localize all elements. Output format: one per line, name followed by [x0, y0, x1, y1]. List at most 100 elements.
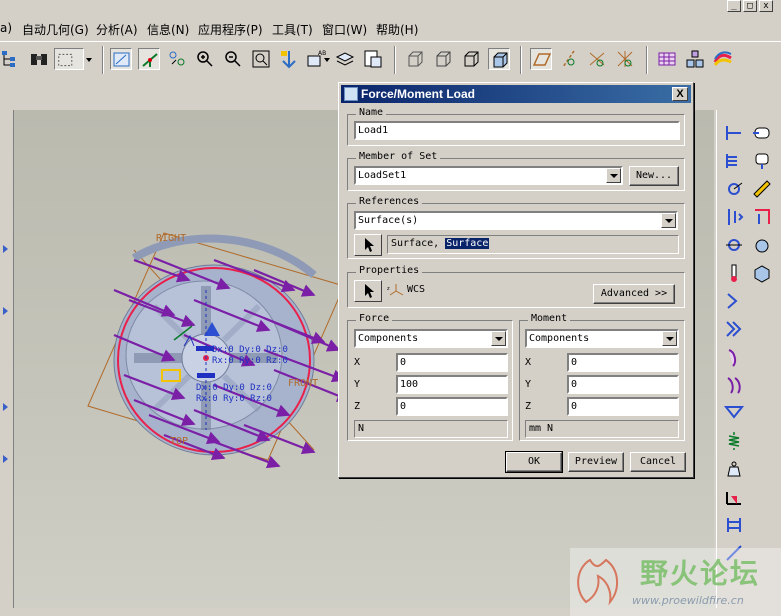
mass-icon[interactable]	[723, 458, 745, 480]
chevron-down-icon[interactable]	[661, 213, 676, 228]
csys-select-button[interactable]	[354, 280, 382, 302]
moment-mode-value: Components	[529, 333, 590, 344]
constraint-text: Rx:0 Ry:0 Rz:0	[212, 356, 288, 366]
maximize-button[interactable]: □	[743, 0, 757, 12]
menu-analysis[interactable]: 分析(A)	[96, 21, 138, 38]
gravity-load-icon[interactable]	[751, 150, 773, 172]
moment-x-label: X	[525, 357, 532, 368]
bearing-load-icon[interactable]	[751, 122, 773, 144]
menu-help[interactable]: 帮助(H)	[376, 21, 418, 38]
menu-tools[interactable]: 工具(T)	[272, 21, 313, 38]
beam-icon[interactable]	[723, 402, 745, 424]
datum-point-display-icon[interactable]	[166, 48, 188, 70]
close-window-button[interactable]: x	[759, 0, 773, 12]
advanced-button[interactable]: Advanced >>	[593, 284, 675, 304]
wireframe-icon[interactable]	[404, 48, 426, 70]
rigid-link-icon[interactable]	[723, 514, 745, 536]
force-mode-combo[interactable]: Components	[354, 329, 508, 348]
reference-type-combo[interactable]: Surface(s)	[354, 211, 678, 230]
force-z-label: Z	[354, 401, 361, 412]
name-input[interactable]: Load1	[354, 121, 680, 140]
dialog-close-button[interactable]: X	[672, 87, 688, 101]
ruler-icon[interactable]	[751, 178, 773, 200]
expand-arrow-icon[interactable]	[3, 307, 8, 315]
menu-auto-geometry[interactable]: 自动几何(G)	[22, 21, 89, 38]
ok-button[interactable]: OK	[505, 451, 563, 473]
preview-button[interactable]: Preview	[568, 452, 624, 472]
reference-select-button[interactable]	[354, 234, 382, 256]
minimize-button[interactable]: _	[727, 0, 741, 12]
datum-points-on-icon[interactable]	[586, 48, 608, 70]
cursor-arrow-icon	[365, 284, 374, 298]
moment-mode-combo[interactable]: Components	[525, 329, 679, 348]
cube-icon[interactable]	[751, 262, 773, 284]
results-icon[interactable]	[712, 48, 734, 70]
layers-icon[interactable]	[334, 48, 356, 70]
moment-units[interactable]: mm N	[525, 420, 679, 438]
datum-plane-display-icon[interactable]	[110, 48, 132, 70]
watermark-url: www.proewildfire.cn	[632, 594, 744, 607]
shading-icon[interactable]	[488, 48, 510, 70]
model-tree-icon[interactable]	[0, 48, 22, 70]
moment-z-input[interactable]: 0	[567, 397, 679, 416]
mesh-icon[interactable]	[656, 48, 678, 70]
temperature-icon[interactable]	[723, 262, 745, 284]
datum-axis-display-icon[interactable]	[138, 48, 160, 70]
selection-filter-icon[interactable]	[54, 48, 84, 70]
moment-y-input[interactable]: 0	[567, 375, 679, 394]
reorient-icon[interactable]	[278, 48, 300, 70]
shell-pair-icon[interactable]	[723, 374, 745, 396]
refit-icon[interactable]	[250, 48, 272, 70]
expand-arrow-icon[interactable]	[3, 403, 8, 411]
filter-dropdown-icon[interactable]	[84, 48, 94, 70]
dialog-titlebar[interactable]: Force/Moment Load X	[341, 85, 691, 103]
reference-selected[interactable]: Surface	[445, 238, 490, 249]
pressure-load-icon[interactable]	[723, 150, 745, 172]
zoom-out-icon[interactable]	[222, 48, 244, 70]
centrifugal-load-icon[interactable]	[723, 178, 745, 200]
expand-arrow-icon[interactable]	[3, 455, 8, 463]
chevron-down-icon[interactable]	[491, 331, 506, 346]
datum-planes-on-icon[interactable]	[530, 48, 552, 70]
shell-icon[interactable]	[723, 346, 745, 368]
menu-info[interactable]: 信息(N)	[147, 21, 189, 38]
binoculars-icon[interactable]	[28, 48, 50, 70]
hidden-line-icon[interactable]	[432, 48, 454, 70]
zoom-in-icon[interactable]	[194, 48, 216, 70]
datum-label-top: TOP	[170, 436, 188, 447]
menu-window[interactable]: 窗口(W)	[322, 21, 367, 38]
load-set-combo[interactable]: LoadSet1	[354, 166, 623, 185]
spring-icon[interactable]	[723, 430, 745, 452]
pin-constraint-icon[interactable]	[723, 234, 745, 256]
reference-collector[interactable]: Surface, Surface	[387, 235, 679, 254]
force-units[interactable]: N	[354, 420, 508, 438]
menu-partial-icon[interactable]: a)	[0, 21, 12, 35]
datum-axes-on-icon[interactable]	[558, 48, 580, 70]
force-y-input[interactable]: 100	[396, 375, 508, 394]
weld-icon[interactable]	[723, 486, 745, 508]
force-load-icon[interactable]	[723, 122, 745, 144]
ball-constraint-icon[interactable]	[751, 234, 773, 256]
chevron-down-icon[interactable]	[606, 168, 621, 183]
left-sash[interactable]	[0, 110, 14, 608]
moment-z-label: Z	[525, 401, 532, 412]
chevron-down-icon[interactable]	[662, 331, 677, 346]
moment-x-input[interactable]: 0	[567, 353, 679, 372]
symmetry-icon[interactable]	[723, 290, 745, 312]
view-manager-icon[interactable]	[362, 48, 384, 70]
force-x-input[interactable]: 0	[396, 353, 508, 372]
model-setup-icon[interactable]	[684, 48, 706, 70]
cancel-button[interactable]: Cancel	[630, 452, 686, 472]
no-hidden-icon[interactable]	[460, 48, 482, 70]
csys-on-icon[interactable]	[614, 48, 636, 70]
menu-applications[interactable]: 应用程序(P)	[198, 21, 263, 38]
constraint-text: Rx:0 Ry:0 Rz:0	[196, 394, 272, 404]
displacement-constraint-icon[interactable]	[723, 206, 745, 228]
planar-constraint-icon[interactable]	[751, 206, 773, 228]
cyclic-symmetry-icon[interactable]	[723, 318, 745, 340]
force-z-input[interactable]: 0	[396, 397, 508, 416]
new-set-button[interactable]: New...	[629, 166, 679, 186]
main-toolbar: AB	[0, 41, 781, 77]
expand-arrow-icon[interactable]	[3, 245, 8, 253]
saved-views-icon[interactable]: AB	[304, 48, 332, 70]
